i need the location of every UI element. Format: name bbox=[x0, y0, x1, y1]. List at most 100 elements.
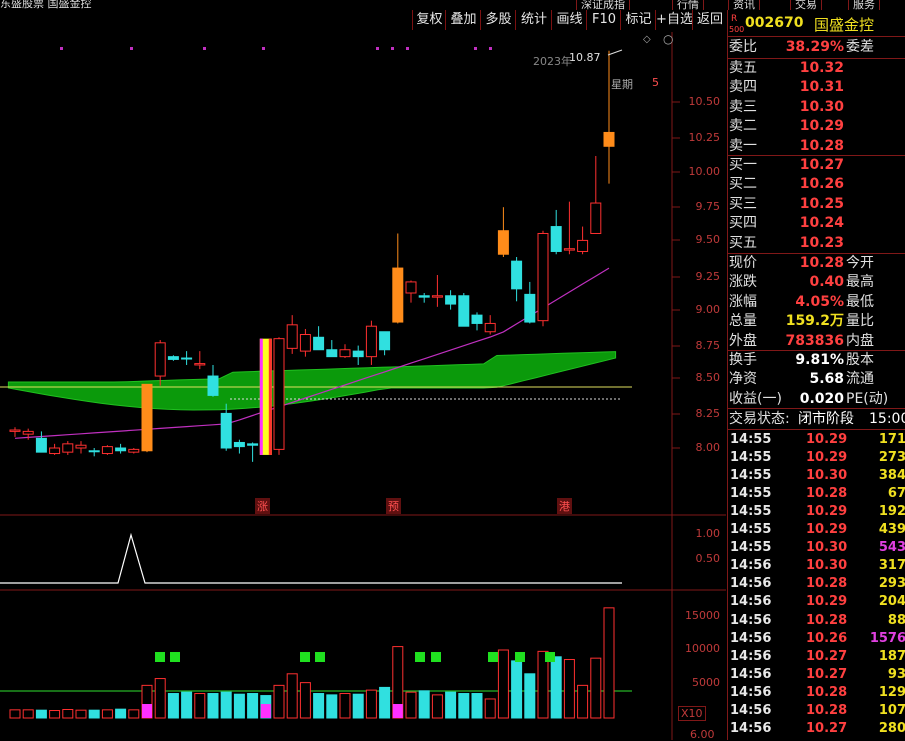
candle-body bbox=[273, 338, 285, 450]
tick-volume: 107 bbox=[878, 702, 905, 718]
tick-row[interactable]: 14:56 10.28 107 bbox=[728, 702, 905, 720]
tick-time: 14:56 bbox=[730, 702, 772, 718]
tick-volume: 317 bbox=[878, 558, 905, 574]
tick-price: 10.27 bbox=[806, 720, 848, 736]
tick-time: 14:55 bbox=[730, 504, 772, 520]
wei-bi-row: 委比 38.29% 委差 bbox=[728, 38, 905, 57]
tick-time: 14:56 bbox=[730, 612, 772, 628]
kline-chart[interactable]: 2023年 10.87 星期 5 ◇ ○ 10.50 10.25 10.00 9.75… bbox=[0, 32, 726, 741]
candle-body bbox=[550, 226, 562, 252]
candle-body bbox=[88, 450, 100, 453]
header-button-0[interactable]: 深证成指 bbox=[576, 0, 630, 10]
bid-row[interactable]: 买五 10.23 bbox=[728, 234, 905, 253]
tick-price: 10.30 bbox=[806, 468, 848, 484]
toolbar-item-3[interactable]: 统计 bbox=[515, 10, 552, 30]
tick-row[interactable]: 14:56 10.27 280 bbox=[728, 720, 905, 738]
candle-body bbox=[299, 334, 311, 352]
tick-row[interactable]: 14:56 10.29 204 bbox=[728, 593, 905, 611]
candle-body bbox=[49, 447, 61, 455]
tick-row[interactable]: 14:55 10.29 273 bbox=[728, 449, 905, 467]
signal-dot bbox=[262, 47, 265, 50]
tick-row[interactable]: 14:55 10.28 67 bbox=[728, 485, 905, 503]
tick-row[interactable]: 14:55 10.29 192 bbox=[728, 503, 905, 521]
tick-time: 14:56 bbox=[730, 666, 772, 682]
diamond-icon[interactable]: ◇ bbox=[643, 34, 651, 45]
tick-row[interactable]: 14:56 10.28 129 bbox=[728, 684, 905, 702]
volume-bar bbox=[603, 607, 615, 719]
volume-bar bbox=[405, 691, 417, 719]
ma-cloud bbox=[7, 351, 617, 411]
header-button-4[interactable]: 服务 bbox=[848, 0, 880, 10]
header-button-3[interactable]: 交易 bbox=[790, 0, 822, 10]
volume-signal bbox=[515, 652, 525, 662]
toolbar-item-6[interactable]: 标记 bbox=[620, 10, 656, 30]
signal-dot bbox=[406, 47, 409, 50]
volume-bar bbox=[101, 709, 113, 719]
toolbar-item-1[interactable]: 叠加 bbox=[445, 10, 481, 30]
tick-price: 10.29 bbox=[806, 450, 848, 466]
candle-body bbox=[35, 437, 47, 453]
wei-bi-label: 委比 bbox=[729, 39, 757, 55]
volume-signal bbox=[431, 652, 441, 662]
toolbar-item-7[interactable]: +自选 bbox=[655, 10, 693, 30]
volume-signal bbox=[488, 652, 498, 662]
bid-row[interactable]: 买一 10.27 bbox=[728, 156, 905, 175]
tick-time: 14:55 bbox=[730, 432, 772, 447]
tick-row[interactable]: 14:56 10.26 1576 bbox=[728, 630, 905, 648]
tick-row[interactable]: 14:56 10.30 317 bbox=[728, 557, 905, 575]
tick-row[interactable]: 14:55 10.30 543 bbox=[728, 539, 905, 557]
indicator-tick-0: 1.00 bbox=[695, 527, 721, 540]
volume-bar bbox=[9, 709, 21, 719]
ask-row[interactable]: 卖五 10.32 bbox=[728, 59, 905, 78]
ask-row[interactable]: 卖一 10.28 bbox=[728, 137, 905, 156]
circle-icon[interactable]: ○ bbox=[663, 32, 673, 46]
quote-row: 外盘 783836 内盘 bbox=[728, 332, 905, 351]
bid-row[interactable]: 买三 10.25 bbox=[728, 195, 905, 214]
tick-price: 10.29 bbox=[806, 432, 848, 447]
tick-row[interactable]: 14:56 10.28 293 bbox=[728, 575, 905, 593]
candle-body bbox=[220, 412, 232, 449]
bid-row[interactable]: 买四 10.24 bbox=[728, 214, 905, 233]
volume-unit[interactable]: X10 bbox=[678, 706, 706, 721]
tick-row[interactable]: 14:55 10.29 439 bbox=[728, 521, 905, 539]
limit-up-stripe bbox=[268, 338, 272, 455]
chart-toolbar: 复权 叠加 多股 统计 画线 F10 标记 +自选 返回 bbox=[0, 10, 726, 32]
tick-row[interactable]: 14:55 10.29 171 bbox=[728, 431, 905, 449]
price-tick-6: 9.00 bbox=[695, 303, 721, 316]
candle-body bbox=[365, 325, 377, 358]
bid-row[interactable]: 买二 10.26 bbox=[728, 175, 905, 194]
ask-price: 10.31 bbox=[799, 79, 844, 96]
ask-row[interactable]: 卖三 10.30 bbox=[728, 98, 905, 117]
ask-row[interactable]: 卖二 10.29 bbox=[728, 117, 905, 136]
toolbar-item-2[interactable]: 多股 bbox=[480, 10, 516, 30]
tick-row[interactable]: 14:55 10.30 384 bbox=[728, 467, 905, 485]
toolbar-item-8[interactable]: 返回 bbox=[692, 10, 727, 30]
high-pointer bbox=[607, 49, 623, 56]
candle-body bbox=[286, 324, 298, 349]
week-value: 5 bbox=[652, 76, 659, 89]
toolbar-item-5[interactable]: F10 bbox=[586, 10, 621, 30]
ask-price: 10.29 bbox=[799, 118, 844, 135]
toolbar-item-0[interactable]: 复权 bbox=[412, 10, 446, 30]
ask-price: 10.28 bbox=[799, 137, 844, 154]
volume-bar bbox=[207, 693, 219, 719]
tick-price: 10.27 bbox=[806, 648, 848, 664]
tick-row[interactable]: 14:56 10.27 93 bbox=[728, 666, 905, 684]
volume-bar bbox=[49, 710, 61, 719]
tick-volume: 280 bbox=[878, 720, 905, 736]
tick-row[interactable]: 14:56 10.28 88 bbox=[728, 612, 905, 630]
candle-body bbox=[339, 349, 351, 358]
quote-label-2: 内盘 bbox=[846, 332, 874, 349]
signal-marker-0: 涨 bbox=[255, 498, 270, 514]
candle-body bbox=[115, 447, 127, 452]
ask-row[interactable]: 卖四 10.31 bbox=[728, 78, 905, 97]
candle-body bbox=[9, 429, 21, 432]
price-tick-7: 8.75 bbox=[695, 339, 721, 352]
candle-body bbox=[524, 293, 536, 323]
header-button-1[interactable]: 行情 bbox=[672, 0, 704, 10]
candle-body bbox=[181, 357, 193, 360]
toolbar-item-4[interactable]: 画线 bbox=[551, 10, 587, 30]
tick-row[interactable]: 14:56 10.27 187 bbox=[728, 648, 905, 666]
volume-bar bbox=[445, 691, 457, 719]
header-button-2[interactable]: 资讯 bbox=[728, 0, 760, 10]
